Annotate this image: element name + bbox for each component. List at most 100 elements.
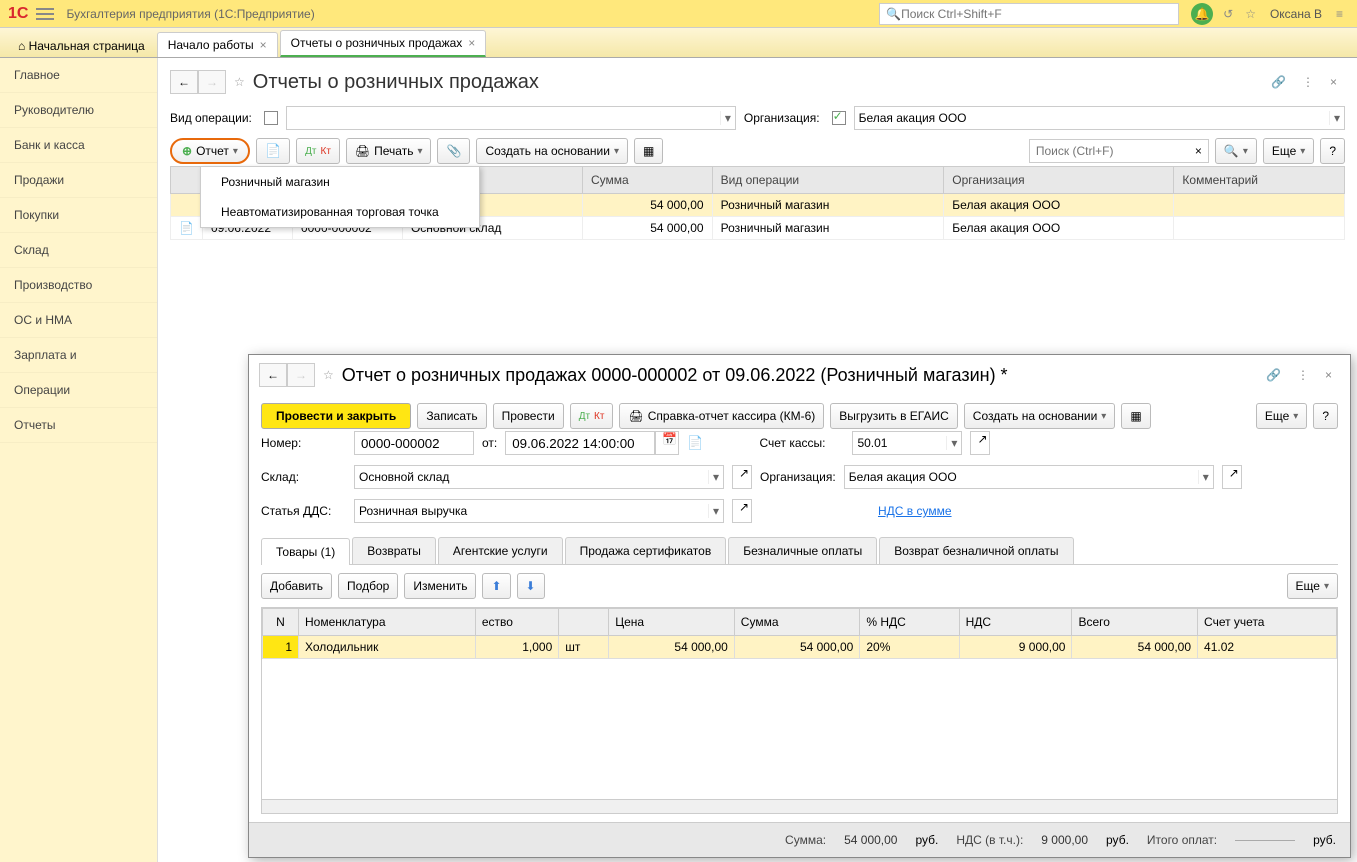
- open-icon[interactable]: ↗: [732, 465, 752, 489]
- org-checkbox[interactable]: [832, 111, 846, 125]
- close-icon[interactable]: ×: [1325, 368, 1332, 382]
- total-label: Итого оплат:: [1147, 833, 1217, 847]
- tab-certs[interactable]: Продажа сертификатов: [565, 537, 727, 564]
- dtct-button[interactable]: ДтКт: [570, 403, 614, 429]
- kebab-icon[interactable]: ⋮: [1302, 75, 1314, 89]
- more-button[interactable]: Еще▾: [1263, 138, 1314, 164]
- chevron-down-icon: ▾: [614, 146, 619, 157]
- account-label: Счет кассы:: [759, 436, 844, 450]
- back-button[interactable]: ←: [170, 70, 198, 94]
- sidebar-item[interactable]: Главное: [0, 58, 157, 93]
- star-icon[interactable]: ☆: [1245, 7, 1256, 21]
- tab-noncash-return[interactable]: Возврат безналичной оплаты: [879, 537, 1073, 564]
- move-down-button[interactable]: ⬇: [517, 573, 545, 599]
- more-button[interactable]: Еще ▾: [1287, 573, 1338, 599]
- sidebar-item[interactable]: Продажи: [0, 163, 157, 198]
- report-button[interactable]: ⊕ Отчет ▾: [170, 138, 250, 164]
- sidebar-item[interactable]: Производство: [0, 268, 157, 303]
- tab-retail-reports[interactable]: Отчеты о розничных продажах ×: [280, 30, 487, 57]
- post-button[interactable]: Провести: [493, 403, 564, 429]
- kebab-icon[interactable]: ⋮: [1297, 368, 1309, 382]
- sidebar-item[interactable]: Отчеты: [0, 408, 157, 443]
- home-tab[interactable]: ⌂ Начальная страница: [6, 35, 157, 57]
- list-search[interactable]: ×: [1029, 139, 1209, 163]
- popup-footer: Сумма: 54 000,00 руб. НДС (в т.ч.): 9 00…: [249, 822, 1350, 857]
- account-dropdown[interactable]: 50.01 ▾: [852, 431, 962, 455]
- post-close-button[interactable]: Провести и закрыть: [261, 403, 411, 429]
- list-toolbar: ⊕ Отчет ▾ 📄 ДтКт 🖨 Печать ▾ 📎 Создать на…: [170, 138, 1345, 164]
- vid-op-checkbox[interactable]: [264, 111, 278, 125]
- print-button[interactable]: 🖨 Печать ▾: [346, 138, 432, 164]
- find-button[interactable]: 🔍▾: [1215, 138, 1257, 164]
- close-icon[interactable]: ×: [260, 38, 267, 52]
- copy-button[interactable]: 📄: [256, 138, 290, 164]
- org-label: Организация:: [744, 111, 820, 125]
- item-row[interactable]: 1 Холодильник 1,000 шт 54 000,00 54 000,…: [263, 636, 1337, 659]
- user-name[interactable]: Оксана В: [1270, 7, 1322, 21]
- sidebar-item[interactable]: Операции: [0, 373, 157, 408]
- nds-link[interactable]: НДС в сумме: [878, 504, 952, 518]
- help-button[interactable]: ?: [1320, 138, 1345, 164]
- egais-button[interactable]: Выгрузить в ЕГАИС: [830, 403, 958, 429]
- dds-dropdown[interactable]: Розничная выручка ▾: [354, 499, 724, 523]
- write-button[interactable]: Записать: [417, 403, 486, 429]
- close-icon[interactable]: ×: [468, 36, 475, 50]
- pick-button[interactable]: Подбор: [338, 573, 398, 599]
- move-up-button[interactable]: ⬆: [482, 573, 510, 599]
- global-search-input[interactable]: [901, 7, 1172, 21]
- sidebar-item[interactable]: Склад: [0, 233, 157, 268]
- create-based-button[interactable]: Создать на основании ▾: [964, 403, 1116, 429]
- close-icon[interactable]: ×: [1330, 75, 1337, 89]
- tab-start[interactable]: Начало работы ×: [157, 32, 278, 57]
- open-icon[interactable]: ↗: [970, 431, 990, 455]
- structure-button[interactable]: ▦: [634, 138, 663, 164]
- menu-retail-store[interactable]: Розничный магазин: [201, 167, 479, 197]
- tab-goods[interactable]: Товары (1): [261, 538, 350, 565]
- sklad-dropdown[interactable]: Основной склад ▾: [354, 465, 724, 489]
- attach-button[interactable]: 📎: [437, 138, 470, 164]
- link-icon[interactable]: 🔗: [1271, 75, 1286, 89]
- link-icon[interactable]: 🔗: [1266, 368, 1281, 382]
- km6-label: Справка-отчет кассира (КМ-6): [648, 409, 816, 423]
- sidebar-item[interactable]: Банк и касса: [0, 128, 157, 163]
- forward-button[interactable]: →: [287, 363, 315, 387]
- dtct-button[interactable]: ДтКт: [296, 138, 340, 164]
- doc-status-icon[interactable]: 📄: [687, 435, 703, 451]
- more-button[interactable]: Еще ▾: [1256, 403, 1307, 429]
- clear-icon[interactable]: ×: [1195, 144, 1202, 158]
- calendar-icon[interactable]: 📅: [655, 431, 679, 455]
- vid-op-dropdown[interactable]: ▾: [286, 106, 736, 130]
- global-search[interactable]: 🔍: [879, 3, 1179, 25]
- sidebar-item[interactable]: ОС и НМА: [0, 303, 157, 338]
- list-search-input[interactable]: [1036, 144, 1195, 158]
- hamburger-icon[interactable]: [36, 5, 54, 23]
- structure-button[interactable]: ▦: [1121, 403, 1150, 429]
- number-input[interactable]: [354, 431, 474, 455]
- org-dropdown[interactable]: Белая акация ООО ▾: [854, 106, 1345, 130]
- forward-button[interactable]: →: [198, 70, 226, 94]
- menu-icon[interactable]: ≡: [1336, 7, 1343, 21]
- favorite-star-icon[interactable]: ☆: [234, 75, 245, 89]
- edit-button[interactable]: Изменить: [404, 573, 476, 599]
- tab-returns[interactable]: Возвраты: [352, 537, 436, 564]
- help-button[interactable]: ?: [1313, 403, 1338, 429]
- tab-agent[interactable]: Агентские услуги: [438, 537, 563, 564]
- open-icon[interactable]: ↗: [1222, 465, 1242, 489]
- sidebar-item[interactable]: Руководителю: [0, 93, 157, 128]
- tab-noncash[interactable]: Безналичные оплаты: [728, 537, 877, 564]
- back-button[interactable]: ←: [259, 363, 287, 387]
- sidebar-item[interactable]: Покупки: [0, 198, 157, 233]
- favorite-star-icon[interactable]: ☆: [323, 368, 334, 382]
- open-icon[interactable]: ↗: [732, 499, 752, 523]
- date-input[interactable]: [505, 431, 655, 455]
- horizontal-scrollbar[interactable]: [262, 799, 1337, 813]
- org-dropdown[interactable]: Белая акация ООО ▾: [844, 465, 1214, 489]
- menu-manual-pos[interactable]: Неавтоматизированная торговая точка: [201, 197, 479, 227]
- sidebar-item[interactable]: Зарплата и: [0, 338, 157, 373]
- bell-icon[interactable]: 🔔: [1191, 3, 1213, 25]
- create-based-button[interactable]: Создать на основании ▾: [476, 138, 628, 164]
- doc-toolbar: Провести и закрыть Записать Провести ДтК…: [261, 403, 1338, 429]
- history-icon[interactable]: ↺: [1223, 7, 1233, 21]
- km6-button[interactable]: 🖨 Справка-отчет кассира (КМ-6): [619, 403, 824, 429]
- add-button[interactable]: Добавить: [261, 573, 332, 599]
